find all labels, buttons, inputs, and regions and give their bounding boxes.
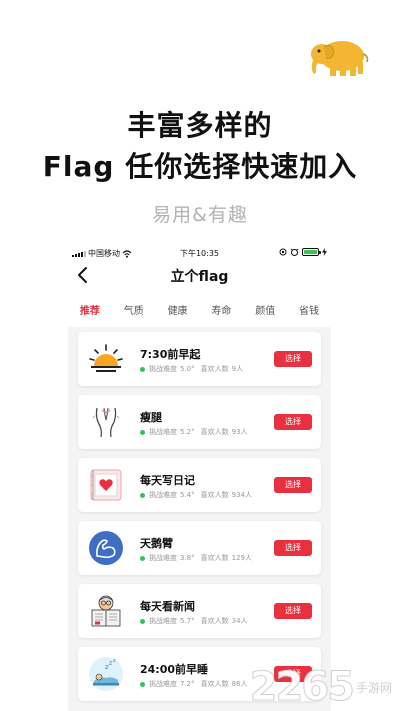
svg-text:z: z	[109, 660, 112, 667]
rotation-lock-icon	[279, 248, 287, 256]
nav-title: 立个flag	[170, 269, 229, 285]
category-tabs: 推荐 气质 健康 寿命 颜值 省钱	[68, 291, 331, 327]
legs-icon	[92, 407, 120, 438]
flag-meta: 挑战难度 5.2° 喜欢人数 93人	[140, 427, 248, 437]
diary-icon	[90, 469, 122, 501]
difficulty-label: 挑战难度	[149, 491, 177, 499]
flag-name: 天鹅臂	[140, 537, 173, 550]
charging-icon	[322, 248, 327, 256]
likes-value: 86人	[231, 680, 248, 688]
tab-temperament[interactable]: 气质	[112, 302, 156, 317]
alarm-icon	[290, 248, 299, 256]
flag-card[interactable]: 每天写日记 挑战难度 5.4° 喜欢人数 934人 选择	[78, 458, 321, 512]
difficulty-label: 挑战难度	[149, 680, 177, 688]
difficulty-value: 7.2°	[180, 680, 195, 688]
select-button[interactable]: 选择	[274, 477, 312, 493]
status-dot	[140, 492, 145, 498]
likes-value: 93人	[231, 428, 248, 436]
select-button[interactable]: 选择	[274, 603, 312, 619]
difficulty-label: 挑战难度	[149, 365, 177, 373]
status-dot	[140, 429, 145, 435]
difficulty-value: 3.8°	[180, 554, 195, 562]
likes-label: 喜欢人数	[200, 554, 229, 562]
select-button[interactable]: 选择	[274, 351, 312, 367]
sleep-icon: z z z	[89, 657, 123, 691]
watermark-number: 2265	[249, 664, 355, 711]
likes-label: 喜欢人数	[200, 428, 229, 436]
flag-name: 24:00前早睡	[140, 663, 209, 676]
likes-label: 喜欢人数	[200, 365, 229, 373]
flag-meta: 挑战难度 5.4° 喜欢人数 934人	[140, 490, 252, 500]
status-bar: 中国移动 下午10:35	[68, 245, 331, 261]
subtitle: 易用&有趣	[152, 204, 248, 226]
phone-screenshot: 中国移动 下午10:35 立个flag 推荐 气质 健康 寿命 颜值 省钱 7:…	[68, 245, 331, 711]
flag-name: 每天看新闻	[140, 600, 195, 613]
tab-longevity[interactable]: 寿命	[199, 302, 243, 317]
headline-line-1: 丰富多样的	[127, 109, 273, 142]
difficulty-value: 5.7°	[180, 617, 195, 625]
flag-name: 每天写日记	[140, 474, 195, 487]
flag-card[interactable]: 7:30前早起 挑战难度 5.0° 喜欢人数 9人 选择	[78, 332, 321, 386]
difficulty-label: 挑战难度	[149, 554, 177, 562]
flag-card[interactable]: 瘦腿 挑战难度 5.2° 喜欢人数 93人 选择	[78, 395, 321, 449]
watermark-site: 手游网	[355, 681, 392, 695]
difficulty-value: 5.2°	[180, 428, 195, 436]
tab-recommend[interactable]: 推荐	[68, 302, 112, 317]
tab-health[interactable]: 健康	[156, 302, 200, 317]
flag-meta: 挑战难度 3.8° 喜欢人数 129人	[140, 553, 252, 563]
tab-save-money[interactable]: 省钱	[287, 302, 331, 317]
difficulty-label: 挑战难度	[149, 617, 177, 625]
elephant-logo-icon	[311, 41, 369, 76]
difficulty-value: 5.0°	[180, 365, 195, 373]
likes-value: 934人	[231, 491, 253, 499]
flag-name: 7:30前早起	[140, 348, 201, 361]
status-dot	[140, 366, 145, 372]
select-button[interactable]: 选择	[274, 540, 312, 556]
difficulty-value: 5.4°	[180, 491, 195, 499]
newspaper-icon	[91, 595, 121, 627]
svg-text:z: z	[113, 658, 116, 664]
status-dot	[140, 555, 145, 561]
battery-icon	[302, 248, 321, 256]
likes-value: 34人	[231, 617, 248, 625]
likes-label: 喜欢人数	[200, 680, 229, 688]
flag-name: 瘦腿	[140, 411, 162, 424]
arm-icon	[89, 531, 123, 565]
difficulty-label: 挑战难度	[149, 428, 177, 436]
headline-line-2: Flag 任你选择快速加入	[42, 150, 358, 183]
likes-value: 9人	[231, 365, 244, 373]
likes-label: 喜欢人数	[200, 617, 229, 625]
flag-meta: 挑战难度 5.0° 喜欢人数 9人	[140, 364, 243, 374]
status-dot	[140, 681, 145, 687]
sunrise-icon	[89, 344, 123, 372]
tab-looks[interactable]: 颜值	[243, 302, 287, 317]
flag-meta: 挑战难度 5.7° 喜欢人数 34人	[140, 616, 248, 626]
select-button[interactable]: 选择	[274, 414, 312, 430]
watermark: 2265 手游网	[249, 664, 392, 711]
flag-card[interactable]: 每天看新闻 挑战难度 5.7° 喜欢人数 34人 选择	[78, 584, 321, 638]
flag-card[interactable]: 天鹅臂 挑战难度 3.8° 喜欢人数 129人 选择	[78, 521, 321, 575]
likes-value: 129人	[231, 554, 253, 562]
likes-label: 喜欢人数	[200, 491, 229, 499]
status-dot	[140, 618, 145, 624]
nav-bar: 立个flag	[68, 261, 331, 291]
flag-meta: 挑战难度 7.2° 喜欢人数 86人	[140, 679, 248, 689]
